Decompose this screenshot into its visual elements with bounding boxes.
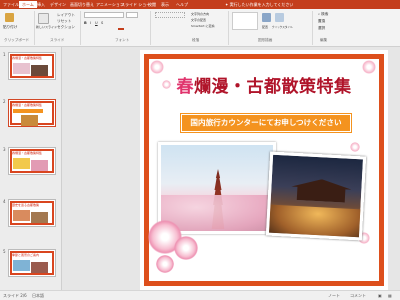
replace-button[interactable]: 置換 (318, 19, 325, 24)
thumbnail-number: 3 (3, 147, 6, 152)
slide-title[interactable]: 春爛漫・古都散策特集 (140, 72, 388, 97)
smartart-button[interactable]: SmartArt に変換 (191, 24, 215, 28)
thumbnail-title: 季節と風景のご案内 (12, 253, 40, 257)
current-slide[interactable]: 春爛漫・古都散策特集 国内旅行カウンターにてお申しつけください (140, 50, 388, 290)
thumbnail-title: 春爛漫・古都散策特集 (12, 56, 43, 60)
tab-insert[interactable]: 挿入 (37, 1, 45, 8)
shapes-gallery[interactable] (232, 12, 258, 30)
notes-button[interactable]: ノート (328, 293, 340, 299)
thumbnail-photo (13, 158, 30, 169)
paste-button[interactable]: 貼り付け (3, 25, 17, 30)
thumbnail-number: 4 (3, 199, 6, 204)
tab-view[interactable]: 表示 (161, 1, 169, 8)
thumbnail-number: 2 (3, 99, 6, 104)
underline-button[interactable]: U (95, 21, 98, 25)
pagoda-cherry-photo[interactable] (158, 142, 276, 234)
sorter-view-icon[interactable]: ▦ (388, 293, 392, 298)
thumbnail-title: 春爛漫・古都散策特集 (12, 151, 43, 155)
tab-home[interactable]: ホーム (19, 1, 37, 8)
thumbnail-title: 春爛漫・古都散策特集 (12, 103, 43, 107)
thumbnail-number: 5 (3, 249, 6, 254)
clipboard-group-label: クリップボード (4, 38, 30, 42)
status-bar: スライド 2/6 日本語 ノート コメント ▣ ▦ (0, 290, 400, 300)
font-color-icon[interactable] (118, 28, 124, 30)
tab-review[interactable]: 校閲 (148, 1, 156, 8)
search-box[interactable]: ✦ 実行したい作業を入力してください (225, 1, 293, 8)
thumbnail-photo (31, 262, 48, 273)
cherry-blossom-decoration (350, 142, 360, 152)
tab-help[interactable]: ヘルプ (176, 1, 188, 8)
temple-night-photo[interactable] (265, 151, 367, 241)
slide-thumbnail-4[interactable]: 歴史を巡る古都散策 (8, 199, 56, 227)
tab-design[interactable]: デザイン (50, 1, 66, 8)
ribbon-tab-bar: ファイル ホーム 挿入 デザイン 画面切り替え アニメーション スライド ショー… (0, 0, 400, 9)
tab-animations[interactable]: アニメーション (96, 1, 124, 8)
cherry-blossom-decoration (174, 236, 198, 260)
list-buttons[interactable] (155, 12, 185, 18)
layout-button[interactable]: レイアウト (57, 13, 75, 18)
lit-trees (268, 204, 367, 241)
slide-thumbnail-1[interactable]: 春爛漫・古都散策特集 (8, 52, 56, 80)
section-button[interactable]: セクション (57, 25, 75, 30)
arrange-icon[interactable] (262, 13, 271, 22)
drawing-group-label: 図形描画 (258, 38, 273, 42)
find-label: 検索 (321, 12, 329, 16)
thumbnail-photo (13, 63, 30, 74)
select-button[interactable]: 選択 (318, 26, 325, 31)
italic-button[interactable]: I (90, 21, 91, 25)
paragraph-group-label: 段落 (192, 38, 200, 42)
slides-group-label: スライド (50, 38, 65, 42)
align-text-button[interactable]: 文字の配置 (191, 18, 206, 22)
new-slide-icon[interactable] (38, 13, 49, 24)
slide-thumbnail-pane[interactable]: 1 春爛漫・古都散策特集 2 春爛漫・古都散策特集 3 春爛漫・古都散策特集 4… (0, 47, 62, 290)
thumbnail-photo (13, 260, 30, 271)
cherry-blossom-decoration (156, 255, 174, 273)
reset-button[interactable]: リセット (57, 19, 71, 24)
slide-counter: スライド 2/6 (3, 293, 27, 298)
text-direction-button[interactable]: 文字列の方向 (191, 12, 209, 16)
thumbnail-photo (31, 160, 48, 171)
slide-thumbnail-2[interactable]: 春爛漫・古都散策特集 (8, 99, 56, 127)
new-slide-button[interactable]: 新しいスライド (36, 25, 57, 29)
thumbnail-photo (31, 65, 48, 76)
slide-title-accent: 春 (176, 77, 194, 97)
comments-button[interactable]: コメント (350, 293, 366, 299)
slide-title-text: 爛漫・古都散策特集 (194, 77, 352, 97)
temple-roof-shape (291, 178, 352, 203)
find-button[interactable]: ⌕ 検索 (318, 12, 328, 17)
divider (312, 11, 313, 45)
info-banner-text: 国内旅行カウンターにてお申しつけください (190, 118, 342, 127)
strikethrough-button[interactable]: S (101, 21, 103, 25)
divider (228, 11, 229, 45)
slide-thumbnail-5[interactable]: 季節と風景のご案内 (8, 249, 56, 277)
language-indicator[interactable]: 日本語 (32, 293, 44, 299)
editing-group-label: 編集 (320, 38, 328, 42)
divider (80, 11, 81, 45)
font-group-label: フォント (115, 38, 130, 42)
thumbnail-photo (31, 212, 48, 223)
quick-styles-button[interactable]: クイックスタイル (272, 25, 293, 29)
thumbnail-photo (13, 210, 30, 221)
tab-slideshow[interactable]: スライド ショー (121, 1, 150, 8)
search-placeholder: 実行したい作業を入力してください (229, 2, 294, 7)
info-banner[interactable]: 国内旅行カウンターにてお申しつけください (180, 113, 352, 133)
font-name-dropdown[interactable] (84, 12, 124, 18)
divider (150, 11, 151, 45)
thumbnail-banner (13, 109, 43, 113)
quick-styles-icon[interactable] (275, 13, 284, 22)
ribbon: 貼り付け クリップボード 新しいスライド レイアウト リセット セクション スラ… (0, 9, 400, 47)
slide-thumbnail-3[interactable]: 春爛漫・古都散策特集 (8, 147, 56, 175)
thumbnail-photo (21, 115, 38, 126)
thumbnail-title: 歴史を巡る古都散策 (12, 203, 40, 207)
tab-file[interactable]: ファイル (3, 1, 19, 8)
normal-view-icon[interactable]: ▣ (378, 293, 382, 298)
thumbnail-number: 1 (3, 52, 6, 57)
divider (34, 11, 35, 45)
font-size-dropdown[interactable] (126, 12, 138, 18)
paste-icon[interactable] (5, 13, 14, 22)
arrange-button[interactable]: 配置 (262, 25, 268, 29)
tab-transitions[interactable]: 画面切り替え (70, 1, 94, 8)
bold-button[interactable]: B (84, 21, 87, 25)
